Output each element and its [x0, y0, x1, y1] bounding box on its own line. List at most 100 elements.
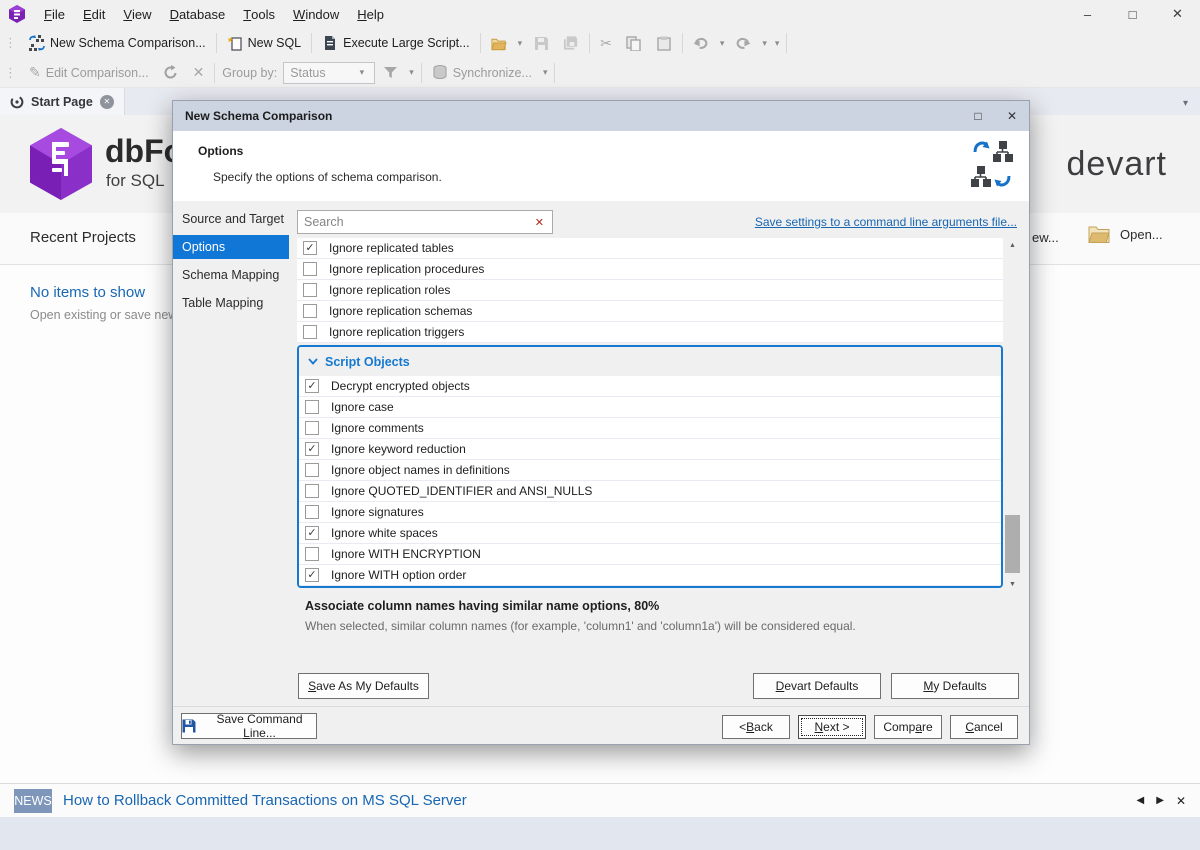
- option-row[interactable]: ✓Ignore white spaces: [299, 523, 1001, 544]
- schema-comparison-icon: [29, 35, 45, 51]
- save-command-line-button[interactable]: Save Command Line...: [181, 713, 317, 739]
- menu-window[interactable]: Window: [284, 0, 348, 28]
- close-button[interactable]: ✕: [1155, 0, 1200, 28]
- checkbox-unchecked[interactable]: [303, 283, 317, 297]
- undo-button[interactable]: [686, 31, 716, 55]
- checkbox-unchecked[interactable]: [303, 304, 317, 318]
- checkbox-unchecked[interactable]: [305, 463, 319, 477]
- open-file-button[interactable]: [484, 31, 514, 55]
- option-row[interactable]: ✓Decrypt encrypted objects: [299, 376, 1001, 397]
- checkbox-unchecked[interactable]: [303, 325, 317, 339]
- nav-item-table-mapping[interactable]: Table Mapping: [173, 291, 289, 315]
- search-clear-icon[interactable]: ✕: [527, 216, 552, 229]
- checkbox-unchecked[interactable]: [305, 484, 319, 498]
- scroll-up-icon[interactable]: ▲: [1004, 238, 1021, 252]
- checkbox-unchecked[interactable]: [305, 400, 319, 414]
- options-scrollbar[interactable]: ▲ ▼: [1004, 238, 1021, 591]
- synchronize-dropdown-icon[interactable]: ▾: [539, 67, 552, 78]
- option-row[interactable]: Ignore WITH ENCRYPTION: [299, 544, 1001, 565]
- dialog-body: Source and Target Options Schema Mapping Ta…: [173, 201, 1029, 706]
- stop-button[interactable]: ✕: [186, 61, 212, 85]
- save-as-my-defaults-button[interactable]: Save As My Defaults: [298, 673, 429, 699]
- paste-button[interactable]: [649, 31, 679, 55]
- redo-button[interactable]: [728, 31, 758, 55]
- nav-item-source-and-target[interactable]: Source and Target: [173, 207, 289, 231]
- copy-button[interactable]: [619, 31, 649, 55]
- option-row[interactable]: Ignore replication roles: [297, 280, 1003, 301]
- dialog-titlebar[interactable]: New Schema Comparison □ ✕: [173, 101, 1029, 131]
- checkbox-checked[interactable]: ✓: [305, 568, 319, 582]
- option-row[interactable]: ✓Ignore keyword reduction: [299, 439, 1001, 460]
- tab-start-page[interactable]: Start Page ✕: [0, 88, 125, 115]
- save-all-button[interactable]: [556, 31, 586, 55]
- checkbox-unchecked[interactable]: [305, 547, 319, 561]
- compare-button[interactable]: Compare: [874, 715, 942, 739]
- history-dropdown-icon[interactable]: ▾: [771, 38, 784, 49]
- my-defaults-button[interactable]: My Defaults: [891, 673, 1019, 699]
- dialog-maximize-button[interactable]: □: [961, 101, 995, 131]
- checkbox-unchecked[interactable]: [305, 505, 319, 519]
- checkbox-unchecked[interactable]: [303, 262, 317, 276]
- news-close-icon[interactable]: ✕: [1176, 794, 1186, 808]
- news-prev-icon[interactable]: ◀: [1137, 795, 1145, 806]
- execute-large-script-button[interactable]: Execute Large Script...: [315, 31, 476, 55]
- search-input[interactable]: [298, 215, 527, 229]
- checkbox-checked[interactable]: ✓: [305, 526, 319, 540]
- option-row[interactable]: ✓Ignore replicated tables: [297, 238, 1003, 259]
- new-schema-comparison-label: New Schema Comparison...: [50, 36, 206, 50]
- news-headline-link[interactable]: How to Rollback Committed Transactions o…: [63, 792, 467, 809]
- news-next-icon[interactable]: ▶: [1156, 795, 1164, 806]
- option-row[interactable]: Ignore replication triggers: [297, 322, 1003, 343]
- edit-comparison-button[interactable]: ✎ Edit Comparison...: [22, 61, 156, 85]
- menu-file[interactable]: File: [35, 0, 74, 28]
- tab-overflow-dropdown-icon[interactable]: ▾: [1183, 98, 1200, 115]
- tab-close-icon[interactable]: ✕: [100, 95, 114, 109]
- separator: [216, 33, 217, 53]
- save-settings-link[interactable]: Save settings to a command line argument…: [755, 215, 1017, 229]
- minimize-button[interactable]: –: [1065, 0, 1110, 28]
- option-row[interactable]: Ignore case: [299, 397, 1001, 418]
- checkbox-checked[interactable]: ✓: [303, 241, 317, 255]
- cancel-button[interactable]: Cancel: [950, 715, 1018, 739]
- nav-item-options[interactable]: Options: [173, 235, 289, 259]
- maximize-button[interactable]: □: [1110, 0, 1155, 28]
- scrollbar-thumb[interactable]: [1005, 515, 1020, 573]
- script-objects-header[interactable]: Script Objects: [299, 347, 1001, 376]
- menu-edit[interactable]: Edit: [74, 0, 114, 28]
- synchronize-button[interactable]: Synchronize...: [425, 61, 539, 85]
- group-by-select[interactable]: Status ▾: [283, 62, 375, 84]
- checkbox-unchecked[interactable]: [305, 421, 319, 435]
- option-row[interactable]: Ignore replication procedures: [297, 259, 1003, 280]
- new-schema-comparison-button[interactable]: New Schema Comparison...: [22, 31, 213, 55]
- open-dropdown-icon[interactable]: ▾: [514, 38, 527, 49]
- menu-help[interactable]: Help: [348, 0, 393, 28]
- back-button[interactable]: < Back: [722, 715, 790, 739]
- option-row[interactable]: Ignore QUOTED_IDENTIFIER and ANSI_NULLS: [299, 481, 1001, 502]
- open-button[interactable]: Open...: [1088, 225, 1163, 243]
- new-sql-button[interactable]: New SQL: [220, 31, 309, 55]
- filter-button[interactable]: [375, 61, 405, 85]
- nav-item-schema-mapping[interactable]: Schema Mapping: [173, 263, 289, 287]
- refresh-button[interactable]: [156, 61, 186, 85]
- save-button[interactable]: [526, 31, 556, 55]
- dialog-nav: Source and Target Options Schema Mapping Ta…: [173, 207, 289, 319]
- option-row[interactable]: Ignore replication schemas: [297, 301, 1003, 322]
- next-button[interactable]: Next >: [798, 715, 866, 739]
- cut-button[interactable]: ✂: [593, 31, 619, 55]
- option-row[interactable]: Ignore comments: [299, 418, 1001, 439]
- menu-database[interactable]: Database: [161, 0, 235, 28]
- option-row[interactable]: Ignore signatures: [299, 502, 1001, 523]
- dialog-close-button[interactable]: ✕: [995, 101, 1029, 131]
- checkbox-checked[interactable]: ✓: [305, 379, 319, 393]
- undo-dropdown-icon[interactable]: ▾: [716, 38, 729, 49]
- option-row[interactable]: Ignore object names in definitions: [299, 460, 1001, 481]
- scroll-down-icon[interactable]: ▼: [1004, 577, 1021, 591]
- devart-defaults-button[interactable]: Devart Defaults: [753, 673, 881, 699]
- new-button-fragment[interactable]: ew...: [1032, 230, 1059, 245]
- redo-dropdown-icon[interactable]: ▾: [758, 38, 771, 49]
- checkbox-checked[interactable]: ✓: [305, 442, 319, 456]
- menu-tools[interactable]: Tools: [234, 0, 284, 28]
- option-row[interactable]: ✓Ignore WITH option order: [299, 565, 1001, 586]
- filter-dropdown-icon[interactable]: ▾: [405, 67, 418, 78]
- menu-view[interactable]: View: [114, 0, 160, 28]
